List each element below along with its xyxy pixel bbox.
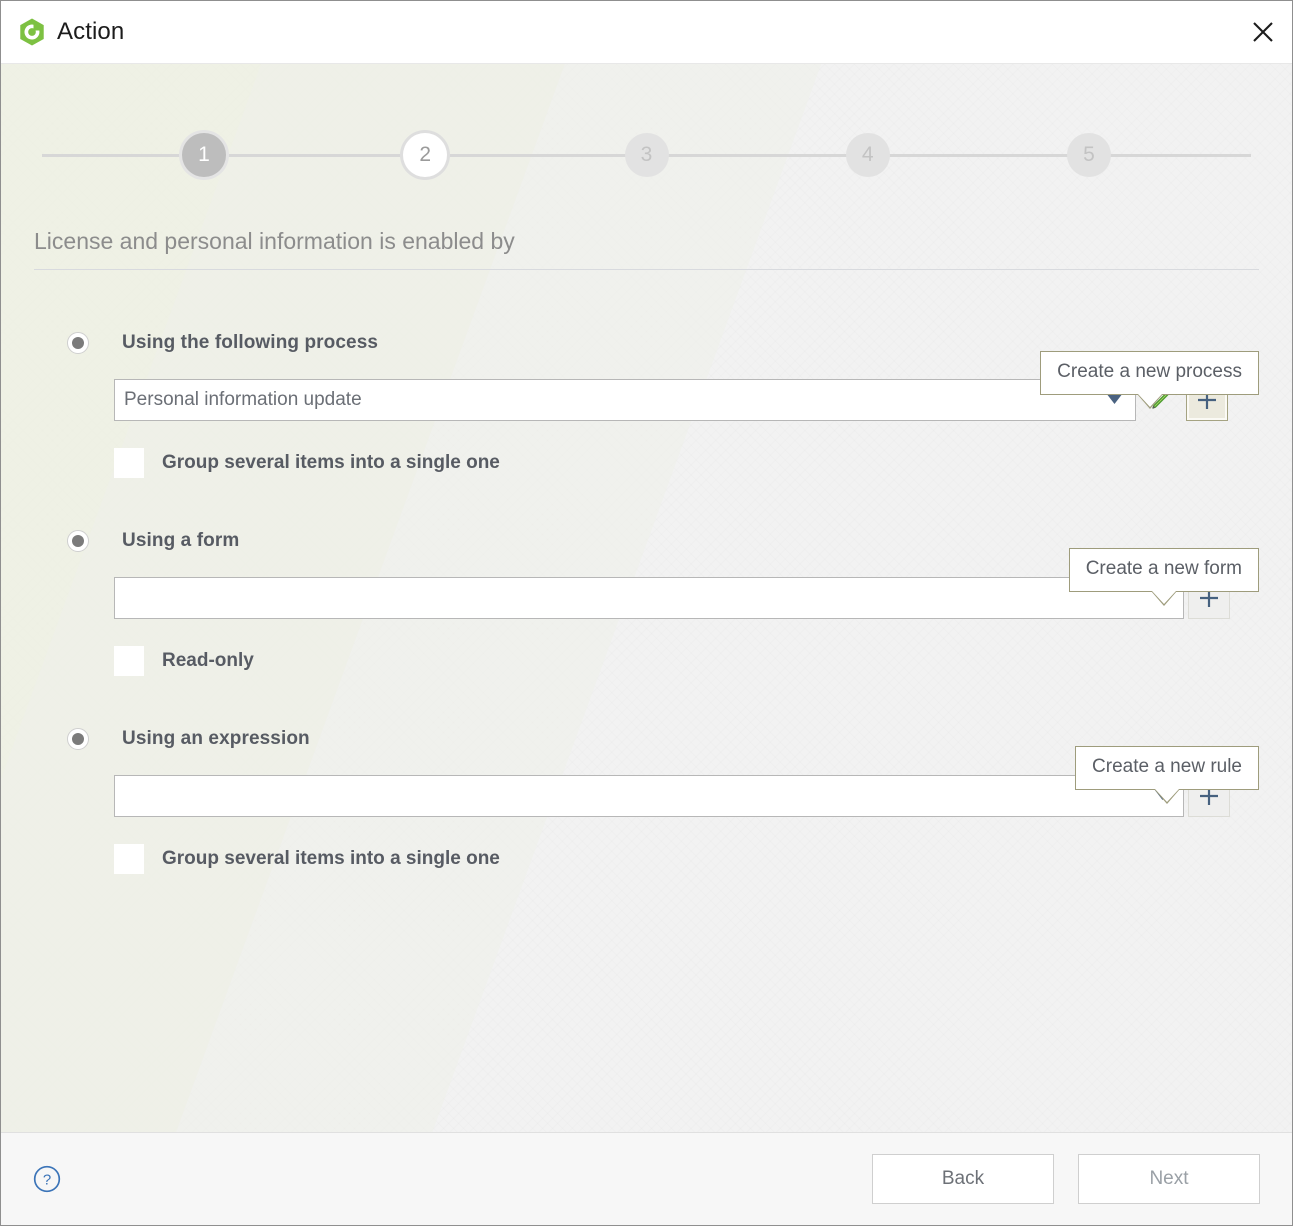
svg-text:?: ? — [43, 1172, 51, 1189]
checkbox-row-group-items-expression[interactable]: Group several items into a single one — [114, 844, 1259, 874]
option-process: Using the following process Create a new… — [34, 328, 1259, 478]
form-combobox[interactable] — [114, 577, 1184, 619]
stepper-step-5-label: 5 — [1083, 143, 1095, 166]
wizard-stepper: 1 2 3 4 5 — [34, 64, 1259, 186]
stepper-step-5[interactable]: 5 — [1067, 133, 1111, 177]
callout-arrow-fill — [1137, 394, 1162, 407]
radio-dot — [72, 535, 84, 547]
window-title: Action — [57, 18, 125, 45]
titlebar: Action — [1, 1, 1292, 63]
radio-label-expression: Using an expression — [122, 728, 310, 749]
stepper-step-4[interactable]: 4 — [845, 133, 890, 177]
radio-label-process: Using the following process — [122, 332, 379, 353]
expression-combobox[interactable] — [114, 775, 1184, 817]
callout-text-form: Create a new form — [1085, 558, 1242, 579]
close-icon — [1253, 22, 1273, 42]
callout-create-new-form: Create a new form — [1068, 548, 1259, 606]
stepper-step-1[interactable]: 1 — [182, 133, 226, 177]
action-dialog-window: Action 1 2 3 4 5 License and personal in… — [0, 0, 1293, 1226]
section-title: License and personal information is enab… — [34, 228, 515, 254]
checkbox-label-group-items-process: Group several items into a single one — [162, 452, 500, 473]
stepper-step-3[interactable]: 3 — [624, 133, 669, 177]
dialog-content: 1 2 3 4 5 License and personal informati… — [1, 63, 1292, 1132]
callout-create-new-process: Create a new process — [1040, 351, 1259, 409]
dialog-footer: ? Back Next — [1, 1132, 1292, 1225]
checkbox-group-items-expression[interactable] — [114, 844, 144, 874]
checkbox-label-read-only: Read-only — [162, 650, 254, 671]
section-header: License and personal information is enab… — [34, 228, 1259, 270]
checkbox-group-items-process[interactable] — [114, 448, 144, 478]
next-button[interactable]: Next — [1078, 1154, 1260, 1204]
help-circle-icon[interactable]: ? — [33, 1165, 61, 1193]
callout-create-new-rule: Create a new rule — [1075, 746, 1259, 804]
checkbox-row-group-items-process[interactable]: Group several items into a single one — [114, 448, 1259, 478]
radio-dot — [72, 337, 84, 349]
callout-text-process: Create a new process — [1057, 361, 1242, 382]
stepper-step-4-label: 4 — [861, 143, 874, 166]
radio-label-form: Using a form — [122, 530, 240, 551]
options-list: Using the following process Create a new… — [34, 270, 1259, 874]
callout-arrow-fill — [1155, 789, 1180, 802]
stepper-step-3-label: 3 — [640, 143, 653, 166]
callout-text-rule: Create a new rule — [1092, 756, 1242, 777]
stepper-step-1-label: 1 — [198, 143, 210, 166]
radio-button-process[interactable] — [67, 332, 89, 354]
option-expression: Using an expression Create a new rule Gr… — [34, 724, 1259, 874]
radio-button-form[interactable] — [67, 530, 89, 552]
callout-arrow-fill — [1151, 591, 1176, 604]
checkbox-read-only[interactable] — [114, 646, 144, 676]
option-form: Using a form Create a new form Read-only — [34, 526, 1259, 676]
checkbox-row-read-only[interactable]: Read-only — [114, 646, 1259, 676]
stepper-step-2[interactable]: 2 — [403, 133, 448, 177]
checkbox-label-group-items-expression: Group several items into a single one — [162, 848, 500, 869]
stepper-step-2-label: 2 — [419, 143, 432, 166]
radio-button-expression[interactable] — [67, 728, 89, 750]
green-hexagon-logo-icon — [20, 18, 44, 46]
process-combobox[interactable]: Personal information update — [114, 379, 1136, 421]
back-button[interactable]: Back — [872, 1154, 1054, 1204]
close-button[interactable] — [1234, 1, 1292, 63]
process-combobox-value: Personal information update — [124, 389, 362, 410]
radio-dot — [72, 733, 84, 745]
